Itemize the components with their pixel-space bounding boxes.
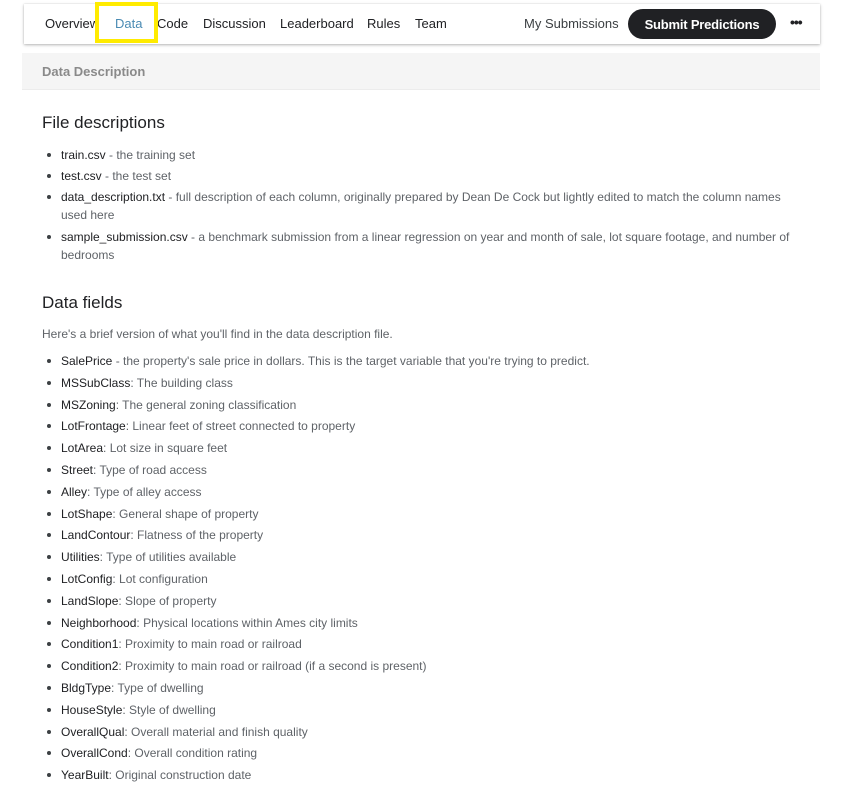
field-name: LandSlope bbox=[61, 593, 119, 608]
field-name: LotArea bbox=[61, 441, 104, 456]
list-item: BldgType: Type of dwelling bbox=[42, 679, 802, 701]
field-name: Condition1 bbox=[61, 637, 119, 652]
field-desc: : Style of dwelling bbox=[122, 702, 216, 717]
list-item: test.csv - the test set bbox=[42, 167, 802, 185]
field-desc: : The general zoning classification bbox=[115, 397, 297, 412]
field-name: BldgType bbox=[61, 680, 112, 695]
file-desc: - full description of each column, origi… bbox=[61, 190, 781, 222]
list-item: data_description.txt - full description … bbox=[42, 188, 802, 224]
tab-discussion[interactable]: Discussion bbox=[203, 4, 266, 44]
field-desc: : Type of utilities available bbox=[99, 550, 237, 565]
field-desc: : Proximity to main road or railroad (if… bbox=[118, 659, 427, 674]
tab-code[interactable]: Code bbox=[157, 4, 188, 44]
list-item: MSZoning: The general zoning classificat… bbox=[42, 396, 802, 418]
my-submissions-link[interactable]: My Submissions bbox=[524, 4, 619, 44]
field-desc: : Lot configuration bbox=[112, 571, 208, 586]
list-item: Condition2: Proximity to main road or ra… bbox=[42, 657, 802, 679]
list-item: YearBuilt: Original construction date bbox=[42, 766, 802, 788]
section-header: Data Description bbox=[22, 53, 820, 90]
field-desc: : Overall material and finish quality bbox=[124, 724, 308, 739]
field-name: MSSubClass bbox=[61, 375, 131, 390]
data-fields-heading: Data fields bbox=[42, 293, 123, 312]
tab-team[interactable]: Team bbox=[415, 4, 447, 44]
field-desc: : Overall condition rating bbox=[127, 746, 258, 761]
list-item: OverallQual: Overall material and finish… bbox=[42, 723, 802, 745]
field-desc: : Lot size in square feet bbox=[103, 441, 228, 456]
list-item: LotShape: General shape of property bbox=[42, 505, 802, 527]
data-fields-intro: Here's a brief version of what you'll fi… bbox=[42, 327, 393, 341]
list-item: HouseStyle: Style of dwelling bbox=[42, 701, 802, 723]
list-item: Neighborhood: Physical locations within … bbox=[42, 614, 802, 636]
field-name: Utilities bbox=[61, 550, 100, 565]
field-name: MSZoning bbox=[61, 397, 116, 412]
tab-data[interactable]: Data bbox=[115, 4, 142, 44]
field-name: Alley bbox=[61, 484, 88, 499]
field-name: OverallCond bbox=[61, 746, 128, 761]
file-descriptions-list: train.csv - the training set test.csv - … bbox=[42, 146, 802, 268]
list-item: Alley: Type of alley access bbox=[42, 483, 802, 505]
field-desc: : Type of road access bbox=[93, 462, 207, 477]
field-desc: - the property's sale price in dollars. … bbox=[112, 354, 590, 368]
file-name: data_description.txt bbox=[61, 190, 166, 204]
file-descriptions-heading: File descriptions bbox=[42, 113, 165, 132]
list-item: Street: Type of road access bbox=[42, 461, 802, 483]
list-item: LandSlope: Slope of property bbox=[42, 592, 802, 614]
field-name: YearBuilt bbox=[61, 768, 109, 783]
field-desc: : The building class bbox=[130, 375, 233, 390]
tab-overview[interactable]: Overview bbox=[45, 4, 95, 44]
more-options-icon[interactable]: ••• bbox=[790, 4, 803, 44]
field-desc: : Proximity to main road or railroad bbox=[118, 637, 302, 652]
field-name: Neighborhood bbox=[61, 615, 137, 630]
field-name: LandContour bbox=[61, 528, 131, 543]
list-item: LotArea: Lot size in square feet bbox=[42, 439, 802, 461]
file-name: test.csv bbox=[61, 169, 102, 183]
list-item: LotFrontage: Linear feet of street conne… bbox=[42, 417, 802, 439]
field-name: Street bbox=[61, 462, 94, 477]
section-header-title: Data Description bbox=[42, 64, 146, 79]
field-name: LotShape bbox=[61, 506, 113, 521]
data-fields-list: SalePrice - the property's sale price in… bbox=[42, 352, 802, 788]
list-item: SalePrice - the property's sale price in… bbox=[42, 352, 802, 374]
field-desc: : General shape of property bbox=[112, 506, 259, 521]
list-item: Utilities: Type of utilities available bbox=[42, 548, 802, 570]
field-desc: : Original construction date bbox=[108, 768, 252, 783]
list-item: train.csv - the training set bbox=[42, 146, 802, 164]
file-name: sample_submission.csv bbox=[61, 230, 188, 244]
field-name: OverallQual bbox=[61, 724, 125, 739]
field-name: Condition2 bbox=[61, 659, 119, 674]
field-name: HouseStyle bbox=[61, 702, 123, 717]
submit-predictions-button[interactable]: Submit Predictions bbox=[628, 9, 776, 39]
list-item: sample_submission.csv - a benchmark subm… bbox=[42, 228, 802, 264]
field-desc: : Type of dwelling bbox=[111, 680, 204, 695]
tab-leaderboard[interactable]: Leaderboard bbox=[280, 4, 354, 44]
field-desc: : Flatness of the property bbox=[130, 528, 264, 543]
list-item: MSSubClass: The building class bbox=[42, 374, 802, 396]
field-name: LotFrontage bbox=[61, 419, 126, 434]
field-name: LotConfig bbox=[61, 571, 113, 586]
tab-rules[interactable]: Rules bbox=[367, 4, 400, 44]
field-desc: : Linear feet of street connected to pro… bbox=[125, 419, 356, 434]
list-item: LotConfig: Lot configuration bbox=[42, 570, 802, 592]
list-item: Condition1: Proximity to main road or ra… bbox=[42, 635, 802, 657]
field-name: SalePrice bbox=[61, 354, 113, 368]
field-desc: : Physical locations within Ames city li… bbox=[136, 615, 358, 630]
file-desc: - the training set bbox=[105, 148, 196, 162]
field-desc: : Type of alley access bbox=[87, 484, 202, 499]
file-desc: - the test set bbox=[101, 169, 172, 183]
list-item: LandContour: Flatness of the property bbox=[42, 526, 802, 548]
list-item: OverallCond: Overall condition rating bbox=[42, 744, 802, 766]
field-desc: : Slope of property bbox=[118, 593, 217, 608]
competition-navbar: Overview Data Code Discussion Leaderboar… bbox=[24, 4, 820, 44]
file-name: train.csv bbox=[61, 148, 106, 162]
